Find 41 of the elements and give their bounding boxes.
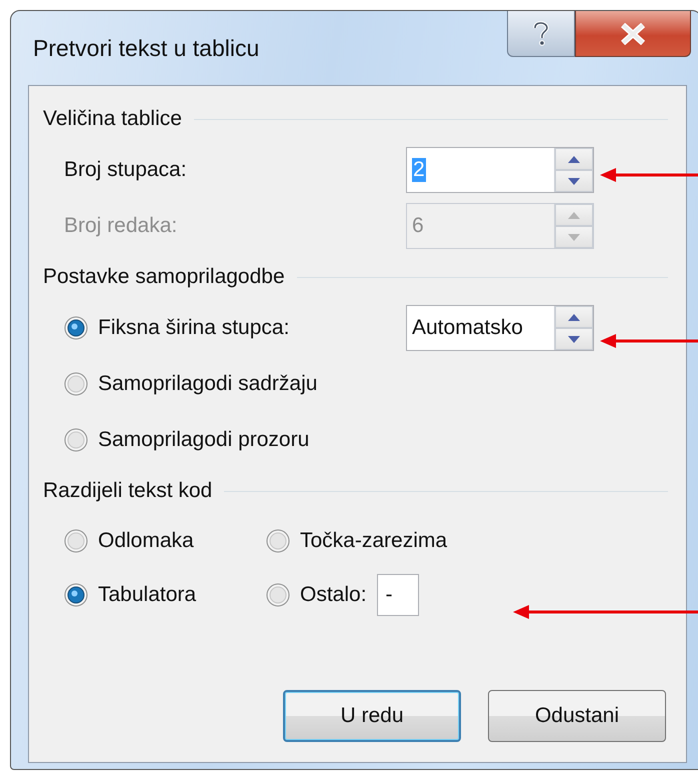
spin-up-button[interactable]	[555, 148, 593, 170]
up-arrow-icon	[568, 314, 580, 320]
radio-label[interactable]: Tabulatora	[98, 583, 196, 607]
group-title: Postavke samoprilagodbe	[43, 265, 285, 289]
group-title: Razdijeli tekst kod	[43, 479, 212, 503]
radio-label[interactable]: Samoprilagodi prozoru	[98, 428, 310, 452]
radio-button[interactable]	[64, 316, 88, 340]
radio-button[interactable]	[64, 529, 88, 553]
spinner-value: 6	[412, 214, 424, 238]
down-arrow-icon	[568, 336, 580, 342]
help-icon	[532, 20, 550, 46]
radio-label[interactable]: Točka-zarezima	[300, 529, 448, 553]
separator-field[interactable]: -	[376, 574, 419, 616]
radio-button[interactable]	[266, 583, 290, 607]
dialog-button[interactable]: Odustani	[488, 690, 666, 742]
radio-button[interactable]	[64, 428, 88, 452]
group-title: Veličina tablice	[43, 107, 182, 131]
up-arrow-icon	[568, 156, 580, 162]
radio-button[interactable]	[64, 583, 88, 607]
spin-up-button[interactable]	[555, 306, 593, 328]
up-arrow-icon	[568, 212, 580, 218]
radio-button[interactable]	[266, 529, 290, 553]
field-label: Broj stupaca:	[64, 158, 187, 182]
radio-label[interactable]: Odlomaka	[98, 529, 194, 553]
close-icon	[620, 22, 646, 44]
spinner-value: Automatsko	[412, 316, 523, 340]
down-arrow-icon	[568, 234, 580, 240]
radio-button[interactable]	[64, 372, 88, 396]
field-label: Broj redaka:	[64, 214, 178, 238]
spin-down-button[interactable]	[555, 170, 593, 192]
spinner-value: 2	[412, 158, 426, 182]
help-button[interactable]	[507, 11, 575, 57]
width-spinner[interactable]: Automatsko	[406, 305, 594, 351]
down-arrow-icon	[568, 178, 580, 184]
close-button[interactable]	[575, 11, 691, 57]
window-title: Pretvori tekst u tablicu	[32, 34, 260, 62]
radio-label[interactable]: Fiksna širina stupca:	[98, 316, 290, 340]
spin-down-button[interactable]	[555, 328, 593, 350]
radio-label[interactable]: Samoprilagodi sadržaju	[98, 372, 318, 396]
dialog-button[interactable]: U redu	[283, 690, 461, 742]
radio-label[interactable]: Ostalo:	[300, 583, 367, 607]
